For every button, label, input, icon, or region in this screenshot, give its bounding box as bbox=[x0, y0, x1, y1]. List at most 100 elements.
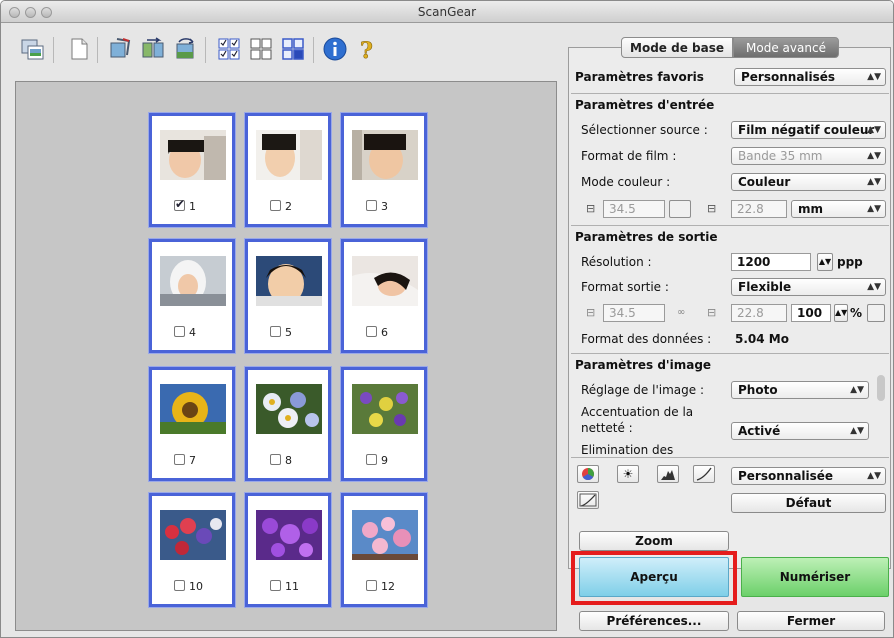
frame-checkbox[interactable] bbox=[174, 197, 185, 211]
frame-checkbox[interactable] bbox=[366, 454, 377, 465]
aspect-lock-icon[interactable] bbox=[669, 200, 691, 218]
crop-rotate-icon[interactable] bbox=[109, 37, 133, 61]
scale-reset-icon[interactable] bbox=[867, 304, 885, 322]
frame-checkbox-row[interactable]: 3 bbox=[366, 200, 388, 214]
select-arrows-icon: ▲▼ bbox=[867, 177, 881, 187]
histogram-icon[interactable] bbox=[657, 465, 679, 483]
mirror-icon[interactable] bbox=[141, 37, 165, 61]
scale-stepper[interactable]: ▲▼ bbox=[834, 304, 848, 322]
film-frame-2[interactable]: 2 bbox=[245, 113, 331, 227]
scale-unit: % bbox=[850, 306, 863, 320]
close-button[interactable]: Fermer bbox=[737, 611, 885, 631]
toolbar-divider bbox=[313, 37, 314, 63]
frame-checkbox-row[interactable]: 4 bbox=[174, 326, 196, 340]
frame-checkbox-row[interactable]: 12 bbox=[366, 580, 395, 594]
film-frame-4[interactable]: 4 bbox=[149, 239, 235, 353]
page-icon[interactable] bbox=[67, 37, 91, 61]
input-width-field[interactable]: 34.5 bbox=[603, 200, 665, 218]
image-section-heading: Paramètres d'image bbox=[575, 358, 712, 372]
frame-checkbox-row[interactable]: 10 bbox=[174, 580, 203, 594]
film-frame-12[interactable]: 12 bbox=[341, 493, 427, 607]
color-mode-select[interactable]: Couleur ▲▼ bbox=[731, 173, 886, 191]
default-button[interactable]: Défaut bbox=[731, 493, 886, 513]
favorites-select[interactable]: Personnalisés ▲▼ bbox=[734, 68, 886, 86]
film-format-select[interactable]: Bande 35 mm ▲▼ bbox=[731, 147, 886, 165]
info-icon[interactable] bbox=[323, 37, 347, 61]
frame-checkbox-row[interactable]: 9 bbox=[366, 454, 388, 468]
film-thumbnail bbox=[352, 130, 418, 180]
resolution-stepper[interactable]: ▲▼ bbox=[817, 253, 833, 271]
film-frame-6[interactable]: 6 bbox=[341, 239, 427, 353]
close-window-icon[interactable] bbox=[9, 7, 20, 18]
link-icon: ∞ bbox=[677, 307, 686, 318]
tone-curve-icon[interactable] bbox=[693, 465, 715, 483]
film-frame-1[interactable]: 1 bbox=[149, 113, 235, 227]
color-balance-icon[interactable] bbox=[577, 465, 599, 483]
thumbnail-grid-icon[interactable] bbox=[249, 37, 273, 61]
zoom-button[interactable]: Zoom bbox=[579, 531, 729, 551]
divider bbox=[571, 93, 889, 94]
title-bar: ScanGear bbox=[1, 1, 893, 23]
frame-checkbox[interactable] bbox=[270, 580, 281, 591]
scale-field[interactable]: 100 bbox=[791, 304, 831, 322]
frame-checkbox[interactable] bbox=[366, 580, 377, 591]
frame-checkbox[interactable] bbox=[366, 200, 377, 211]
tone-preset-select[interactable]: Personnalisée ▲▼ bbox=[731, 467, 886, 485]
frame-checkbox[interactable] bbox=[174, 326, 185, 337]
input-section-heading: Paramètres d'entrée bbox=[575, 98, 715, 112]
output-width-field[interactable]: 34.5 bbox=[603, 304, 665, 322]
frame-checkbox-row[interactable]: 6 bbox=[366, 326, 388, 340]
settings-scrollbar[interactable] bbox=[877, 375, 885, 401]
zoom-window-icon[interactable] bbox=[41, 7, 52, 18]
frame-checkbox-row[interactable]: 1 bbox=[174, 197, 196, 214]
width-icon: ⊟ bbox=[586, 306, 596, 319]
frame-checkbox[interactable] bbox=[174, 454, 185, 465]
frame-number: 7 bbox=[189, 454, 196, 467]
film-frame-3[interactable]: 3 bbox=[341, 113, 427, 227]
frame-checkbox-row[interactable]: 7 bbox=[174, 454, 196, 468]
output-height-field[interactable]: 22.8 bbox=[731, 304, 787, 322]
frame-checkbox[interactable] bbox=[270, 326, 281, 337]
frame-checkbox[interactable] bbox=[174, 580, 185, 591]
film-frame-9[interactable]: 9 bbox=[341, 367, 427, 481]
film-frame-5[interactable]: 5 bbox=[245, 239, 331, 353]
tab-advanced-mode[interactable]: Mode avancé bbox=[733, 37, 839, 58]
frame-checkbox-row[interactable]: 8 bbox=[270, 454, 292, 468]
film-frame-8[interactable]: 8 bbox=[245, 367, 331, 481]
film-frame-7[interactable]: 7 bbox=[149, 367, 235, 481]
select-all-frames-icon[interactable] bbox=[217, 37, 241, 61]
scangear-window: ScanGear ? ✔1 2 3 4 5 6 7 8 9 10 11 12 M… bbox=[0, 0, 894, 638]
preferences-button[interactable]: Préférences... bbox=[579, 611, 729, 631]
film-frame-11[interactable]: 11 bbox=[245, 493, 331, 607]
select-arrows-icon: ▲▼ bbox=[850, 385, 864, 395]
favorites-value: Personnalisés bbox=[741, 70, 836, 84]
rotate-icon[interactable] bbox=[173, 37, 197, 61]
frame-checkbox[interactable] bbox=[270, 200, 281, 211]
resolution-field[interactable]: 1200 bbox=[731, 253, 811, 271]
scan-button[interactable]: Numériser bbox=[741, 557, 889, 597]
scanner-photos-icon[interactable] bbox=[21, 37, 45, 61]
frame-checkbox[interactable] bbox=[270, 454, 281, 465]
frame-number: 4 bbox=[189, 326, 196, 339]
source-select[interactable]: Film négatif couleur ▲▼ bbox=[731, 121, 886, 139]
frame-checkbox-row[interactable]: 11 bbox=[270, 580, 299, 594]
frame-checkbox-row[interactable]: 5 bbox=[270, 326, 292, 340]
final-review-icon[interactable] bbox=[577, 491, 599, 509]
input-height-field[interactable]: 22.8 bbox=[731, 200, 787, 218]
clear-selection-icon[interactable] bbox=[281, 37, 305, 61]
frame-checkbox[interactable] bbox=[366, 326, 377, 337]
toolbar-divider bbox=[53, 37, 54, 63]
output-format-select[interactable]: Flexible ▲▼ bbox=[731, 278, 886, 296]
frame-checkbox-row[interactable]: 2 bbox=[270, 200, 292, 214]
output-format-label: Format sortie : bbox=[581, 280, 669, 294]
sharpness-select[interactable]: Activé ▲▼ bbox=[731, 422, 869, 440]
color-mode-label: Mode couleur : bbox=[581, 175, 671, 189]
tone-preset-value: Personnalisée bbox=[738, 469, 834, 483]
help-icon[interactable]: ? bbox=[355, 37, 379, 61]
minimize-window-icon[interactable] bbox=[25, 7, 36, 18]
unit-select[interactable]: mm ▲▼ bbox=[791, 200, 886, 218]
brightness-contrast-icon[interactable]: ☀ bbox=[617, 465, 639, 483]
image-adjust-select[interactable]: Photo ▲▼ bbox=[731, 381, 869, 399]
film-frame-10[interactable]: 10 bbox=[149, 493, 235, 607]
tab-basic-mode[interactable]: Mode de base bbox=[621, 37, 733, 58]
